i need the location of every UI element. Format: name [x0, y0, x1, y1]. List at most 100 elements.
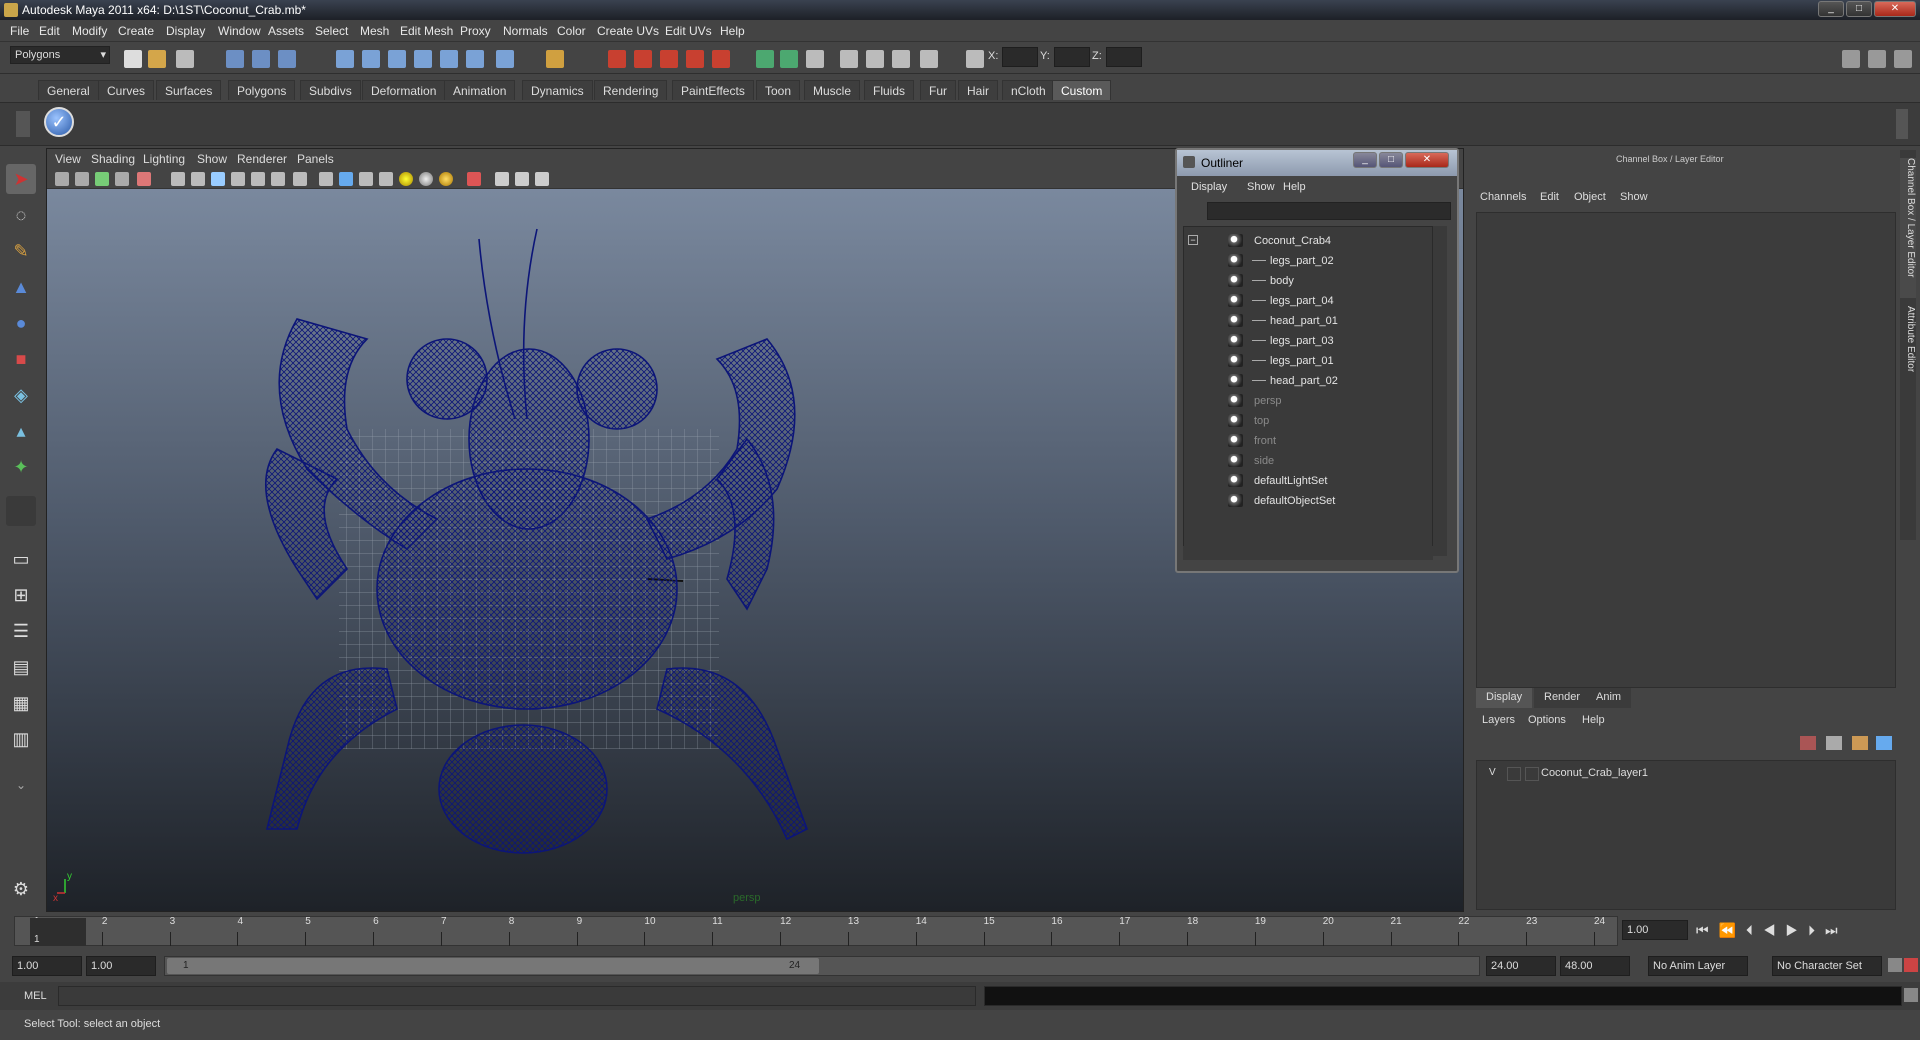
film-gate-icon[interactable] — [191, 172, 205, 186]
last-tool-icon[interactable]: ✦ — [6, 452, 36, 482]
menu-edit-mesh[interactable]: Edit Mesh — [400, 24, 453, 38]
show-attribute-editor-icon[interactable] — [1842, 50, 1860, 68]
menu-create[interactable]: Create — [118, 24, 154, 38]
wireframe-on-shaded-icon[interactable] — [359, 172, 373, 186]
range-handle[interactable]: 1 24 — [167, 958, 819, 974]
grid-toggle-icon[interactable] — [171, 172, 185, 186]
checkmark-shelf-icon[interactable]: ✓ — [44, 107, 74, 137]
outliner-layout-icon[interactable]: ☰ — [6, 616, 36, 646]
menu-file[interactable]: File — [10, 24, 29, 38]
menu-select[interactable]: Select — [315, 24, 348, 38]
outliner-item[interactable]: defaultLightSet — [1184, 471, 1432, 491]
shelf-tab-fur[interactable]: Fur — [920, 80, 956, 100]
playback-start-field[interactable]: 1.00 — [86, 956, 156, 976]
menu-mesh[interactable]: Mesh — [360, 24, 389, 38]
shadows-icon[interactable] — [439, 172, 453, 186]
safe-title-icon[interactable] — [251, 172, 265, 186]
attribute-icon[interactable] — [840, 50, 858, 68]
show-channel-box-icon[interactable] — [1894, 50, 1912, 68]
snap-grid-icon[interactable] — [336, 50, 354, 68]
viewport-menu-renderer[interactable]: Renderer — [237, 152, 287, 166]
menu-window[interactable]: Window — [218, 24, 261, 38]
outliner-item[interactable]: legs_part_03 — [1184, 331, 1432, 351]
delete-layer-icon[interactable] — [1800, 736, 1816, 750]
side-tab-channel-box[interactable]: Channel Box / Layer Editor — [1900, 158, 1916, 298]
layer-color-swatch[interactable] — [1525, 767, 1539, 781]
range-track[interactable]: 1 24 — [164, 956, 1480, 976]
camera-attributes-icon[interactable] — [75, 172, 89, 186]
shelf-tab-subdivs[interactable]: Subdivs — [300, 80, 361, 100]
layer-options-icon[interactable] — [1876, 736, 1892, 750]
select-tool-icon[interactable]: ➤ — [6, 164, 36, 194]
menu-normals[interactable]: Normals — [503, 24, 548, 38]
outliner-window[interactable]: Outliner _ □ ✕ Display Show Help − Coconu… — [1175, 148, 1459, 573]
outliner-item[interactable]: top — [1184, 411, 1432, 431]
anim-layer-selector[interactable]: No Anim Layer — [1648, 956, 1748, 976]
layer-name[interactable]: Coconut_Crab_layer1 — [1541, 767, 1648, 779]
outliner-menu-help[interactable]: Help — [1283, 181, 1306, 193]
shelf-tab-animation[interactable]: Animation — [444, 80, 516, 100]
shelf-tab-muscle[interactable]: Muscle — [804, 80, 861, 100]
shelf-tab-fluids[interactable]: Fluids — [864, 80, 915, 100]
layer-menu-options[interactable]: Options — [1528, 714, 1566, 726]
shelf-tab-toon[interactable]: Toon — [756, 80, 801, 100]
mode-selector[interactable]: Polygons ▾ — [10, 46, 110, 64]
soft-mod-tool-icon[interactable]: ▴ — [6, 416, 36, 446]
outliner-close-button[interactable]: ✕ — [1405, 152, 1449, 168]
outliner-item[interactable]: legs_part_02 — [1184, 251, 1432, 271]
layer-row[interactable]: V Coconut_Crab_layer1 — [1481, 765, 1893, 783]
resolution-gate-icon[interactable] — [137, 172, 151, 186]
minimize-button[interactable]: _ — [1818, 1, 1844, 17]
go-to-end-icon[interactable]: ⏭ — [1825, 922, 1848, 938]
select-hierarchy-icon[interactable] — [226, 50, 244, 68]
layout-more-icon[interactable]: ⌄ — [6, 770, 36, 800]
image-plane-icon[interactable] — [115, 172, 129, 186]
menu-help[interactable]: Help — [720, 24, 745, 38]
render-view-icon[interactable] — [712, 50, 730, 68]
outliner-vertical-scrollbar[interactable] — [1433, 226, 1447, 556]
time-slider[interactable]: 123456789101112131415161718192021222324 … — [0, 912, 1920, 952]
menu-modify[interactable]: Modify — [72, 24, 107, 38]
four-view-layout-icon[interactable]: ⊞ — [6, 580, 36, 610]
absolute-transform-icon[interactable] — [966, 50, 984, 68]
frame-all-icon[interactable] — [515, 172, 529, 186]
camera-select-icon[interactable] — [55, 172, 69, 186]
layer-icon[interactable] — [892, 50, 910, 68]
script-language-label[interactable]: MEL — [24, 990, 47, 1002]
shelf-tab-hair[interactable]: Hair — [958, 80, 999, 100]
make-live-icon[interactable] — [440, 50, 458, 68]
step-forward-frame-icon[interactable]: ⏵ — [1808, 922, 1825, 938]
outliner-horizontal-scrollbar[interactable] — [1183, 546, 1433, 560]
cb-menu-channels[interactable]: Channels — [1480, 191, 1526, 203]
outliner-menu-show[interactable]: Show — [1247, 181, 1275, 193]
outliner-item[interactable]: head_part_02 — [1184, 371, 1432, 391]
shelf-tab-surfaces[interactable]: Surfaces — [156, 80, 222, 100]
y-field[interactable] — [1054, 47, 1090, 67]
render-icon[interactable] — [608, 50, 626, 68]
shelf-tab-painteffects[interactable]: PaintEffects — [672, 80, 754, 100]
hud-icon[interactable] — [293, 172, 307, 186]
sculpt-tool-icon[interactable]: ⚙ — [6, 874, 36, 904]
show-tool-settings-icon[interactable] — [1868, 50, 1886, 68]
construction-history-icon[interactable] — [546, 50, 564, 68]
bookmark-icon[interactable] — [95, 172, 109, 186]
menu-create-uvs[interactable]: Create UVs — [597, 24, 659, 38]
cb-menu-object[interactable]: Object — [1574, 191, 1606, 203]
layer-menu-help[interactable]: Help — [1582, 714, 1605, 726]
close-button[interactable]: ✕ — [1874, 1, 1916, 17]
select-object-icon[interactable] — [252, 50, 270, 68]
safe-action-icon[interactable] — [231, 172, 245, 186]
lasso-tool-icon[interactable]: ◌ — [6, 200, 36, 230]
play-forward-icon[interactable]: ▶ — [1786, 922, 1809, 938]
layer-tab-anim[interactable]: Anim — [1586, 688, 1632, 708]
select-component-icon[interactable] — [278, 50, 296, 68]
history-icon[interactable] — [466, 50, 484, 68]
hypershade-icon[interactable] — [686, 50, 704, 68]
hypershade-layout-icon[interactable]: ▦ — [6, 688, 36, 718]
shelf-tab-general[interactable]: General — [38, 80, 99, 100]
outliner-filter-field[interactable] — [1207, 202, 1451, 220]
menu-edit[interactable]: Edit — [39, 24, 60, 38]
viewport-menu-lighting[interactable]: Lighting — [143, 152, 185, 166]
maximize-button[interactable]: □ — [1846, 1, 1872, 17]
menu-edit-uvs[interactable]: Edit UVs — [665, 24, 712, 38]
